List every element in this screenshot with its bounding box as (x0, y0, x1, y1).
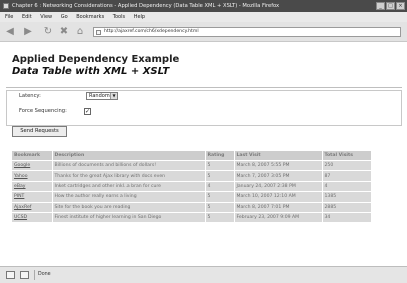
menu-edit[interactable]: Edit (22, 12, 32, 22)
divider (6, 87, 402, 88)
menu-view[interactable]: View (40, 12, 52, 22)
status-bar: Done (0, 266, 407, 283)
latency-label: Latency: (19, 93, 41, 99)
window-title: Chapter 6 : Networking Considerations - … (12, 3, 280, 9)
forward-icon[interactable]: ▶ (22, 26, 34, 38)
home-icon[interactable]: ⌂ (74, 26, 86, 38)
description-cell: Billions of documents and billions of do… (52, 159, 206, 171)
send-requests-button[interactable]: Send Requests (12, 126, 67, 137)
column-header-rating[interactable]: Rating (205, 151, 235, 161)
rating-cell: 5 (205, 211, 235, 223)
close-button[interactable]: × (396, 2, 405, 10)
description-cell: Site for the book you are reading (52, 201, 206, 213)
latency-value: Random (89, 93, 110, 99)
column-header-bookmark[interactable]: Bookmark (12, 151, 53, 161)
status-text: Done (38, 272, 51, 277)
latency-select[interactable]: Random ▼ (86, 92, 118, 100)
last-visit-cell: February 23, 2007 9:09 AM (234, 211, 323, 223)
table-row: Yahoo Thanks for the great Ajax library … (12, 170, 372, 182)
rating-cell: 5 (205, 191, 235, 203)
address-bar[interactable]: http://ajaxref.com/ch6/xdependency.html (93, 27, 401, 37)
window-icon[interactable] (6, 271, 15, 279)
page-title: Applied Dependency Example (12, 54, 180, 65)
column-header-last-visit[interactable]: Last Visit (234, 151, 323, 161)
bookmark-link[interactable]: Google (12, 159, 53, 171)
last-visit-cell: March 8, 2007 7:01 PM (234, 201, 323, 213)
bookmark-link[interactable]: AjaxRef (12, 201, 53, 213)
address-url: http://ajaxref.com/ch6/xdependency.html (104, 29, 199, 34)
column-header-description[interactable]: Description (52, 151, 206, 161)
force-sequencing-checkbox[interactable]: ✓ (84, 108, 91, 115)
menu-bookmarks[interactable]: Bookmarks (76, 12, 104, 22)
menu-help[interactable]: Help (134, 12, 145, 22)
firefox-icon (3, 3, 9, 9)
reload-icon[interactable]: ↻ (42, 26, 54, 38)
rating-cell: 5 (205, 159, 235, 171)
bookmark-link[interactable]: eBay (12, 180, 53, 192)
table-row: Google Billions of documents and billion… (12, 159, 372, 171)
rating-cell: 4 (205, 180, 235, 192)
description-cell: Finest institute of higher learning in S… (52, 211, 206, 223)
menu-file[interactable]: File (5, 12, 13, 22)
bookmark-link[interactable]: Yahoo (12, 170, 53, 182)
bookmark-table: Bookmark Description Rating Last Visit T… (12, 151, 372, 223)
navigation-toolbar: ◀ ▶ ↻ ✖ ⌂ http://ajaxref.com/ch6/xdepend… (0, 22, 407, 42)
edit-icon[interactable] (20, 271, 29, 279)
table-row: AjaxRef Site for the book you are readin… (12, 201, 372, 213)
page-icon (96, 29, 101, 35)
status-divider (34, 270, 35, 280)
rating-cell: 5 (205, 201, 235, 213)
stop-icon[interactable]: ✖ (58, 26, 70, 38)
description-cell: Thanks for the great Ajax library with d… (52, 170, 206, 182)
total-visits-cell: 1385 (322, 191, 372, 203)
back-icon[interactable]: ◀ (4, 26, 16, 38)
description-cell: How the author really earns a living (52, 191, 206, 203)
description-cell: Inket cartridges and other inkl..a bran … (52, 180, 206, 192)
title-bar: Chapter 6 : Networking Considerations - … (0, 0, 407, 12)
table-row: PINT How the author really earns a livin… (12, 191, 372, 203)
menu-bar: File Edit View Go Bookmarks Tools Help (0, 12, 407, 22)
total-visits-cell: 2885 (322, 201, 372, 213)
page-subtitle: Data Table with XML + XSLT (12, 66, 170, 77)
last-visit-cell: March 10, 2007 12:10 AM (234, 191, 323, 203)
table-row: UCSD Finest institute of higher learning… (12, 211, 372, 223)
total-visits-cell: 4 (322, 180, 372, 192)
bookmark-link[interactable]: PINT (12, 191, 53, 203)
chevron-down-icon: ▼ (110, 93, 117, 99)
total-visits-cell: 87 (322, 170, 372, 182)
force-sequencing-label: Force Sequencing: (19, 108, 67, 114)
maximize-button[interactable]: □ (386, 2, 395, 10)
bookmark-link[interactable]: UCSD (12, 211, 53, 223)
last-visit-cell: January 24, 2007 2:38 PM (234, 180, 323, 192)
last-visit-cell: March 7, 2007 3:05 PM (234, 170, 323, 182)
menu-tools[interactable]: Tools (113, 12, 125, 22)
total-visits-cell: 34 (322, 211, 372, 223)
menu-go[interactable]: Go (61, 12, 68, 22)
table-row: eBay Inket cartridges and other inkl..a … (12, 180, 372, 192)
minimize-button[interactable]: _ (376, 2, 385, 10)
page-content: Applied Dependency Example Data Table wi… (0, 42, 407, 266)
rating-cell: 5 (205, 170, 235, 182)
table-header-row: Bookmark Description Rating Last Visit T… (12, 151, 372, 161)
total-visits-cell: 250 (322, 159, 372, 171)
last-visit-cell: March 8, 2007 5:55 PM (234, 159, 323, 171)
column-header-total-visits[interactable]: Total Visits (322, 151, 372, 161)
